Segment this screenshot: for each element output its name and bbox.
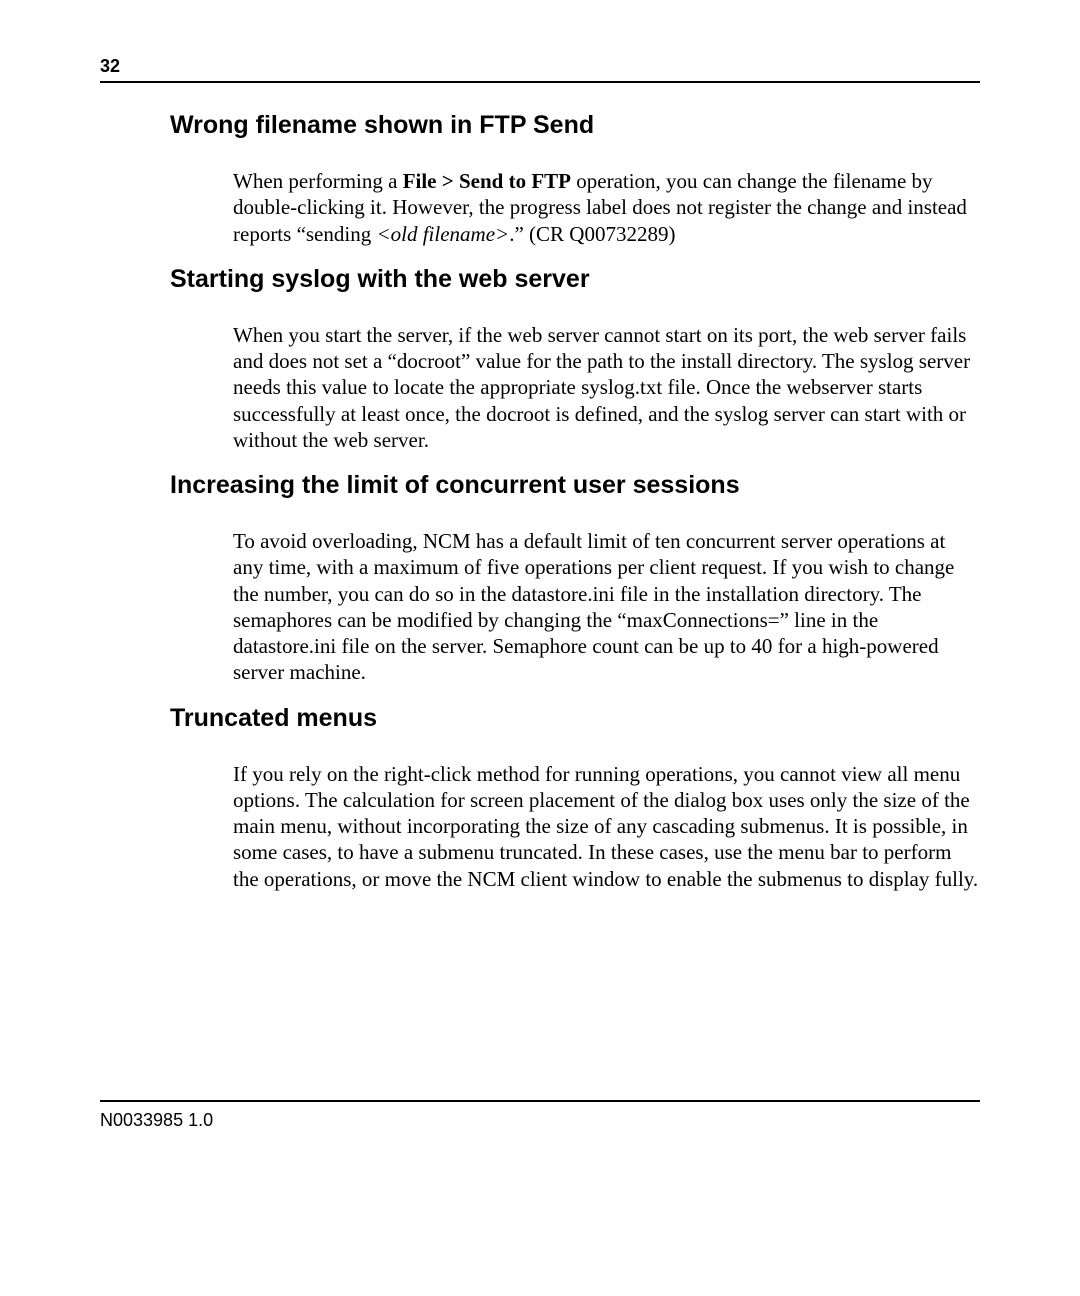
page-header: 32 [100, 56, 980, 83]
heading-truncated: Truncated menus [170, 704, 980, 733]
section-syslog: Starting syslog with the web server When… [100, 265, 980, 453]
footer-text: N0033985 1.0 [100, 1110, 980, 1131]
footer-rule [100, 1100, 980, 1102]
text-bold: File > Send to FTP [403, 169, 571, 193]
text-post: .” (CR Q00732289) [509, 222, 675, 246]
text-pre: When performing a [233, 169, 403, 193]
paragraph-syslog: When you start the server, if the web se… [233, 322, 980, 453]
page-number: 32 [100, 56, 120, 77]
section-concurrent: Increasing the limit of concurrent user … [100, 471, 980, 686]
heading-concurrent: Increasing the limit of concurrent user … [170, 471, 980, 500]
paragraph-concurrent: To avoid overloading, NCM has a default … [233, 528, 980, 686]
page-content: 32 Wrong filename shown in FTP Send When… [0, 0, 1080, 892]
heading-wrong-filename: Wrong filename shown in FTP Send [170, 111, 980, 140]
text-italic: <old filename> [376, 222, 509, 246]
paragraph-truncated: If you rely on the right-click method fo… [233, 761, 980, 892]
section-wrong-filename: Wrong filename shown in FTP Send When pe… [100, 111, 980, 247]
paragraph-wrong-filename: When performing a File > Send to FTP ope… [233, 168, 980, 247]
heading-syslog: Starting syslog with the web server [170, 265, 980, 294]
section-truncated: Truncated menus If you rely on the right… [100, 704, 980, 892]
page-footer: N0033985 1.0 [100, 1100, 980, 1131]
